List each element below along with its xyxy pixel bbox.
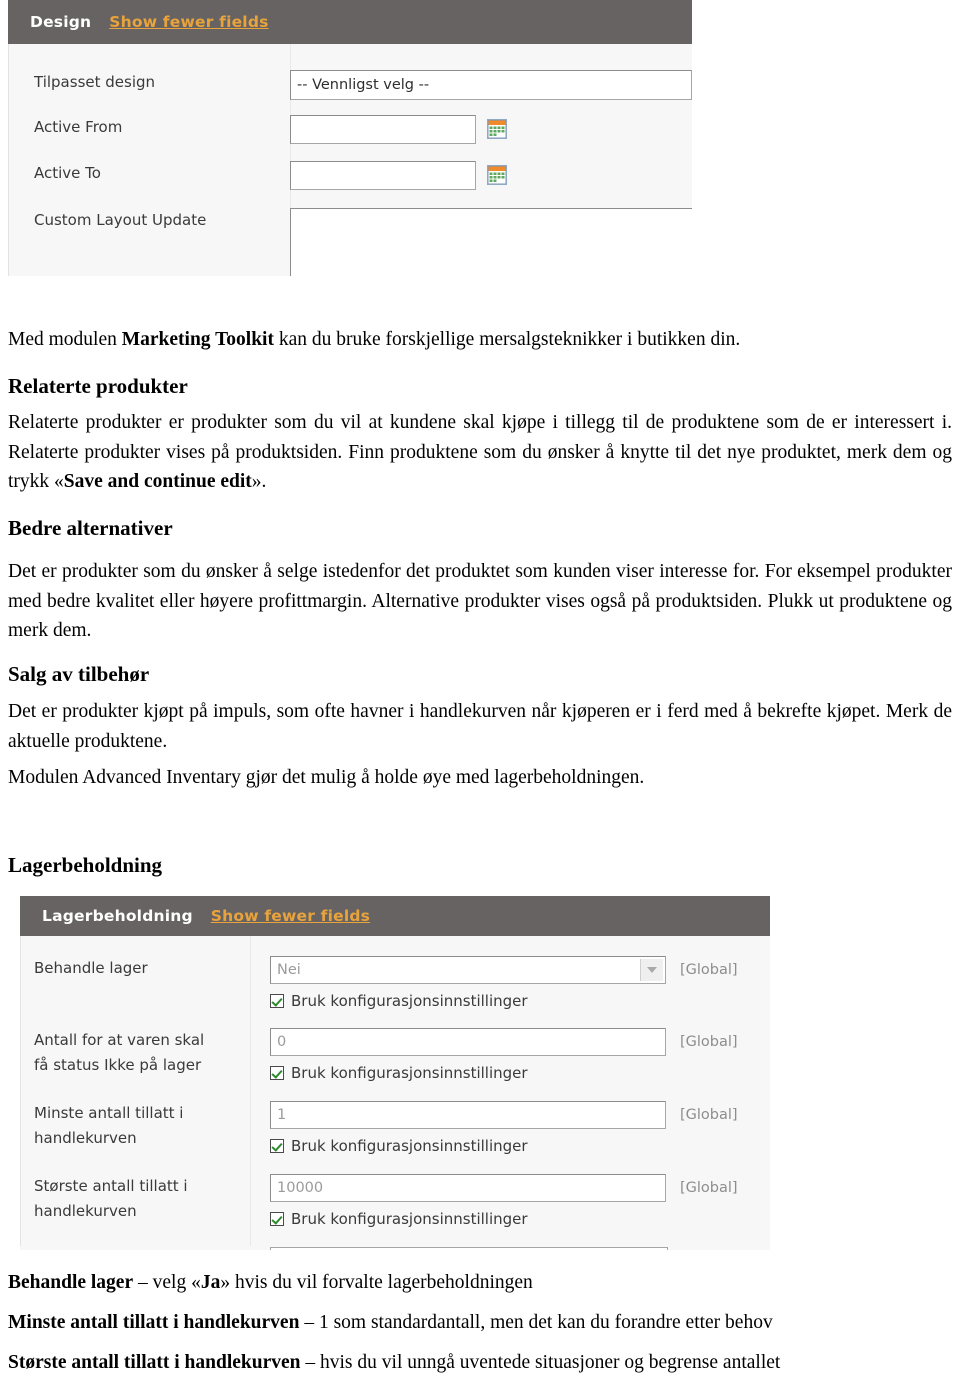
design-panel-body: Tilpasset design -- Vennligst velg -- Ac… <box>8 44 692 276</box>
footnote-desc-1b: » hvis du vil forvalte lagerbeholdningen <box>220 1272 533 1293</box>
footnote-desc-1a: – velg « <box>133 1272 201 1293</box>
checkbox-row-out-of-stock-qty[interactable]: Bruk konfigurasjonsinnstillinger <box>270 1064 738 1082</box>
stock-panel-header: Lagerbeholdning Show fewer fields <box>20 896 770 936</box>
field-row-behandle-lager: Behandle lager Nei [Global] Bruk konfigu… <box>34 956 770 1010</box>
select-behandle-lager-value: Nei <box>277 962 301 978</box>
input-active-to[interactable] <box>290 161 476 190</box>
paragraph-relaterte-produkter: Relaterte produkter er produkter som du … <box>8 408 952 497</box>
calendar-icon[interactable] <box>487 165 507 185</box>
label-max-qty-cart: Største antall tillatt i handlekurven <box>34 1177 188 1220</box>
intro-paragraph: Med modulen Marketing Toolkit kan du bru… <box>8 325 952 355</box>
field-row-active-from: Active From <box>34 115 692 144</box>
footnote-desc-2: – 1 som standardantall, men det kan du f… <box>299 1312 773 1333</box>
heading-relaterte-produkter: Relaterte produkter <box>8 374 188 398</box>
footnote-min-qty: Minste antall tillatt i handlekurven – 1… <box>8 1308 952 1338</box>
design-panel-title: Design <box>30 13 92 31</box>
paragraph-bedre-alternativer: Det er produkter som du ønsker å selge i… <box>8 561 952 641</box>
input-min-qty-cart[interactable] <box>270 1101 666 1129</box>
calendar-icon[interactable] <box>487 119 507 139</box>
checkbox-icon[interactable] <box>270 1139 284 1153</box>
footnote-desc-3: – hvis du vil unngå uventede situasjoner… <box>300 1352 781 1373</box>
show-fewer-fields-link[interactable]: Show fewer fields <box>109 13 268 31</box>
intro-pre: Med modulen <box>8 329 122 350</box>
related-text-bold: Save and continue edit <box>63 471 252 492</box>
checkbox-label-max-qty-cart: Bruk konfigurasjonsinnstillinger <box>291 1210 528 1228</box>
scope-badge-out-of-stock-qty: [Global] <box>680 1034 738 1050</box>
footnote-term-2: Minste antall tillatt i handlekurven <box>8 1312 300 1333</box>
field-row-active-to: Active To <box>34 161 692 190</box>
checkbox-icon[interactable] <box>270 1066 284 1080</box>
show-fewer-fields-link[interactable]: Show fewer fields <box>211 907 370 925</box>
label-tilpasset-design: Tilpasset design <box>34 73 156 91</box>
label-custom-layout-update: Custom Layout Update <box>34 211 207 229</box>
footnote-ja-bold: Ja <box>200 1272 221 1293</box>
field-row-max-qty-cart: Største antall tillatt i handlekurven [G… <box>34 1174 770 1228</box>
checkbox-icon[interactable] <box>270 1212 284 1226</box>
label-behandle-lager: Behandle lager <box>34 959 148 977</box>
intro-post: kan du bruke forskjellige mersalgsteknik… <box>273 329 741 350</box>
checkbox-row-max-qty-cart[interactable]: Bruk konfigurasjonsinnstillinger <box>270 1210 738 1228</box>
related-text-post: ». <box>251 471 267 492</box>
textarea-custom-layout-update[interactable] <box>290 208 692 276</box>
checkbox-label-out-of-stock-qty: Bruk konfigurasjonsinnstillinger <box>291 1064 528 1082</box>
scope-badge-behandle-lager: [Global] <box>680 962 738 978</box>
paragraph-salg-av-tilbehor: Det er produkter kjøpt på impuls, som of… <box>8 701 952 752</box>
footnote-term-1: Behandle lager <box>8 1272 134 1293</box>
design-panel-header: Design Show fewer fields <box>8 0 692 44</box>
checkbox-label-behandle-lager: Bruk konfigurasjonsinnstillinger <box>291 992 528 1010</box>
label-min-qty-cart: Minste antall tillatt i handlekurven <box>34 1104 184 1147</box>
input-max-qty-cart[interactable] <box>270 1174 666 1202</box>
field-row-custom-layout-update: Custom Layout Update <box>34 208 692 276</box>
chevron-down-icon[interactable] <box>640 959 663 981</box>
footnote-max-qty: Største antall tillatt i handlekurven – … <box>8 1348 952 1378</box>
select-tilpasset-design-value: -- Vennligst velg -- <box>297 77 430 93</box>
scope-badge-max-qty-cart: [Global] <box>680 1180 738 1196</box>
label-active-from: Active From <box>34 118 123 136</box>
checkbox-label-min-qty-cart: Bruk konfigurasjonsinnstillinger <box>291 1137 528 1155</box>
intro-bold: Marketing Toolkit <box>121 329 274 350</box>
heading-bedre-alternativer: Bedre alternativer <box>8 516 173 540</box>
input-out-of-stock-qty[interactable] <box>270 1028 666 1056</box>
checkbox-icon[interactable] <box>270 994 284 1008</box>
footnote-behandle-lager: Behandle lager – velg «Ja» hvis du vil f… <box>8 1268 952 1298</box>
field-row-min-qty-cart: Minste antall tillatt i handlekurven [Gl… <box>34 1101 770 1155</box>
select-tilpasset-design[interactable]: -- Vennligst velg -- <box>290 70 692 100</box>
paragraph-advanced-inventary: Modulen Advanced Inventary gjør det muli… <box>8 767 645 788</box>
scope-badge-min-qty-cart: [Global] <box>680 1107 738 1123</box>
heading-salg-av-tilbehor: Salg av tilbehør <box>8 662 150 686</box>
checkbox-row-behandle-lager[interactable]: Bruk konfigurasjonsinnstillinger <box>270 992 738 1010</box>
stock-panel-title: Lagerbeholdning <box>42 907 193 925</box>
select-behandle-lager[interactable]: Nei <box>270 956 666 984</box>
input-next-clipped[interactable] <box>270 1247 668 1250</box>
footnote-term-3: Største antall tillatt i handlekurven <box>8 1352 301 1373</box>
checkbox-row-min-qty-cart[interactable]: Bruk konfigurasjonsinnstillinger <box>270 1137 738 1155</box>
heading-lagerbeholdning: Lagerbeholdning <box>8 853 163 877</box>
label-out-of-stock-qty: Antall for at varen skal få status Ikke … <box>34 1031 205 1074</box>
stock-panel: Lagerbeholdning Show fewer fields Behand… <box>20 896 770 1250</box>
stock-panel-body: Behandle lager Nei [Global] Bruk konfigu… <box>20 936 770 1250</box>
design-panel: Design Show fewer fields Tilpasset desig… <box>8 0 692 276</box>
label-active-to: Active To <box>34 164 101 182</box>
input-active-from[interactable] <box>290 115 476 144</box>
field-row-out-of-stock-qty: Antall for at varen skal få status Ikke … <box>34 1028 770 1082</box>
field-row-tilpasset-design: Tilpasset design -- Vennligst velg -- <box>34 70 692 100</box>
